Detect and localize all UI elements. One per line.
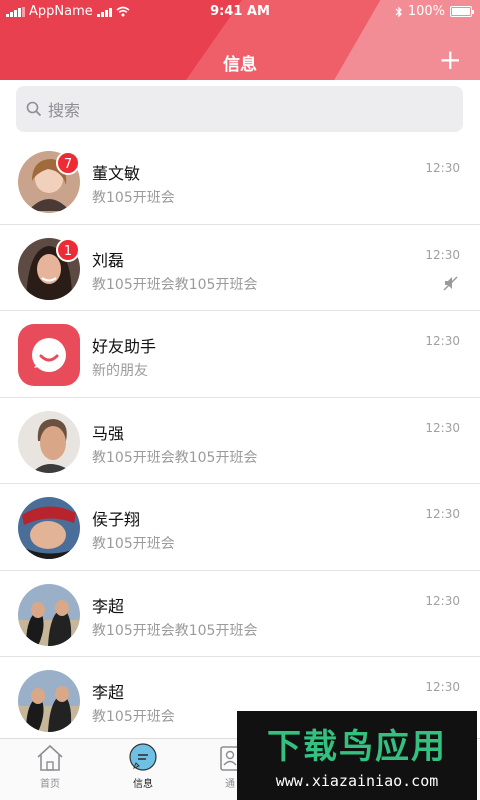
contact-name: 刘磊 bbox=[92, 250, 125, 270]
add-button[interactable]: + bbox=[439, 46, 462, 74]
message-time: 12:30 bbox=[425, 507, 460, 521]
contact-name: 马强 bbox=[92, 423, 125, 443]
message-time: 12:30 bbox=[425, 680, 460, 694]
status-bar: AppName 9:41 AM 100% bbox=[0, 0, 480, 24]
unread-badge: 7 bbox=[56, 151, 80, 175]
watermark: 下载鸟应用 www.xiazainiao.com bbox=[237, 711, 477, 800]
unread-badge: 1 bbox=[56, 237, 80, 262]
status-right: 100% bbox=[395, 4, 474, 19]
message-preview: 教105开班会 bbox=[92, 190, 175, 206]
tab-messages-label: 信息 bbox=[133, 779, 153, 790]
message-preview: 教105开班会教105开班会 bbox=[92, 276, 258, 293]
message-preview: 教105开班会教105开班会 bbox=[92, 622, 258, 639]
friend-assistant-icon bbox=[18, 324, 80, 386]
watermark-url: www.xiazainiao.com bbox=[275, 772, 439, 790]
avatar bbox=[18, 410, 80, 473]
avatar bbox=[18, 670, 80, 732]
conversation-row[interactable]: 侯子翔 教105开班会 12:30 bbox=[0, 484, 480, 571]
conversation-list: 7 董文敏 教105开班会 12:30 1 刘磊 教105开班会教105开班会 … bbox=[0, 138, 480, 744]
search-input[interactable]: 搜索 bbox=[16, 86, 463, 132]
conversation-row[interactable]: 马强 教105开班会教105开班会 12:30 bbox=[0, 397, 480, 484]
contact-name: 李超 bbox=[92, 596, 125, 616]
message-time: 12:30 bbox=[425, 593, 460, 608]
conversation-row[interactable]: 1 刘磊 教105开班会教105开班会 12:30 bbox=[0, 224, 480, 311]
message-preview: 教105开班会 bbox=[92, 709, 175, 725]
conversation-row[interactable]: 李超 教105开班会教105开班会 12:30 bbox=[0, 570, 480, 657]
conversation-row[interactable]: 好友助手 新的朋友 12:30 bbox=[0, 311, 480, 398]
search-placeholder: 搜索 bbox=[48, 101, 81, 120]
conversation-row[interactable]: 7 董文敏 教105开班会 12:30 bbox=[0, 138, 480, 225]
home-icon bbox=[37, 744, 63, 771]
message-icon bbox=[129, 743, 157, 771]
app-header: AppName 9:41 AM 100% 信息 + bbox=[0, 0, 480, 80]
bluetooth-icon bbox=[395, 6, 402, 17]
avatar bbox=[18, 583, 80, 646]
tab-messages[interactable]: 信息 bbox=[113, 743, 173, 790]
mute-icon bbox=[443, 275, 458, 291]
message-preview: 教105开班会 bbox=[92, 536, 175, 552]
message-time: 12:30 bbox=[425, 247, 460, 262]
message-time: 12:30 bbox=[425, 161, 460, 175]
avatar bbox=[18, 497, 80, 559]
battery-percent: 100% bbox=[407, 4, 445, 19]
contact-name: 董文敏 bbox=[92, 164, 141, 183]
watermark-title: 下载鸟应用 bbox=[267, 727, 447, 767]
contact-name: 好友助手 bbox=[92, 337, 157, 356]
message-preview: 教105开班会教105开班会 bbox=[92, 449, 258, 466]
message-time: 12:30 bbox=[425, 334, 460, 348]
message-time: 12:30 bbox=[425, 420, 460, 435]
tab-home-label: 首页 bbox=[40, 779, 60, 790]
tab-contacts-label: 通 bbox=[225, 779, 235, 790]
search-icon bbox=[26, 101, 42, 117]
tab-home[interactable]: 首页 bbox=[20, 743, 80, 790]
page-title: 信息 bbox=[223, 55, 257, 75]
contact-name: 侯子翔 bbox=[92, 510, 141, 529]
search-section: 搜索 bbox=[0, 80, 480, 138]
message-preview: 新的朋友 bbox=[92, 363, 148, 379]
battery-icon bbox=[450, 6, 474, 17]
contact-name: 李超 bbox=[92, 683, 125, 702]
